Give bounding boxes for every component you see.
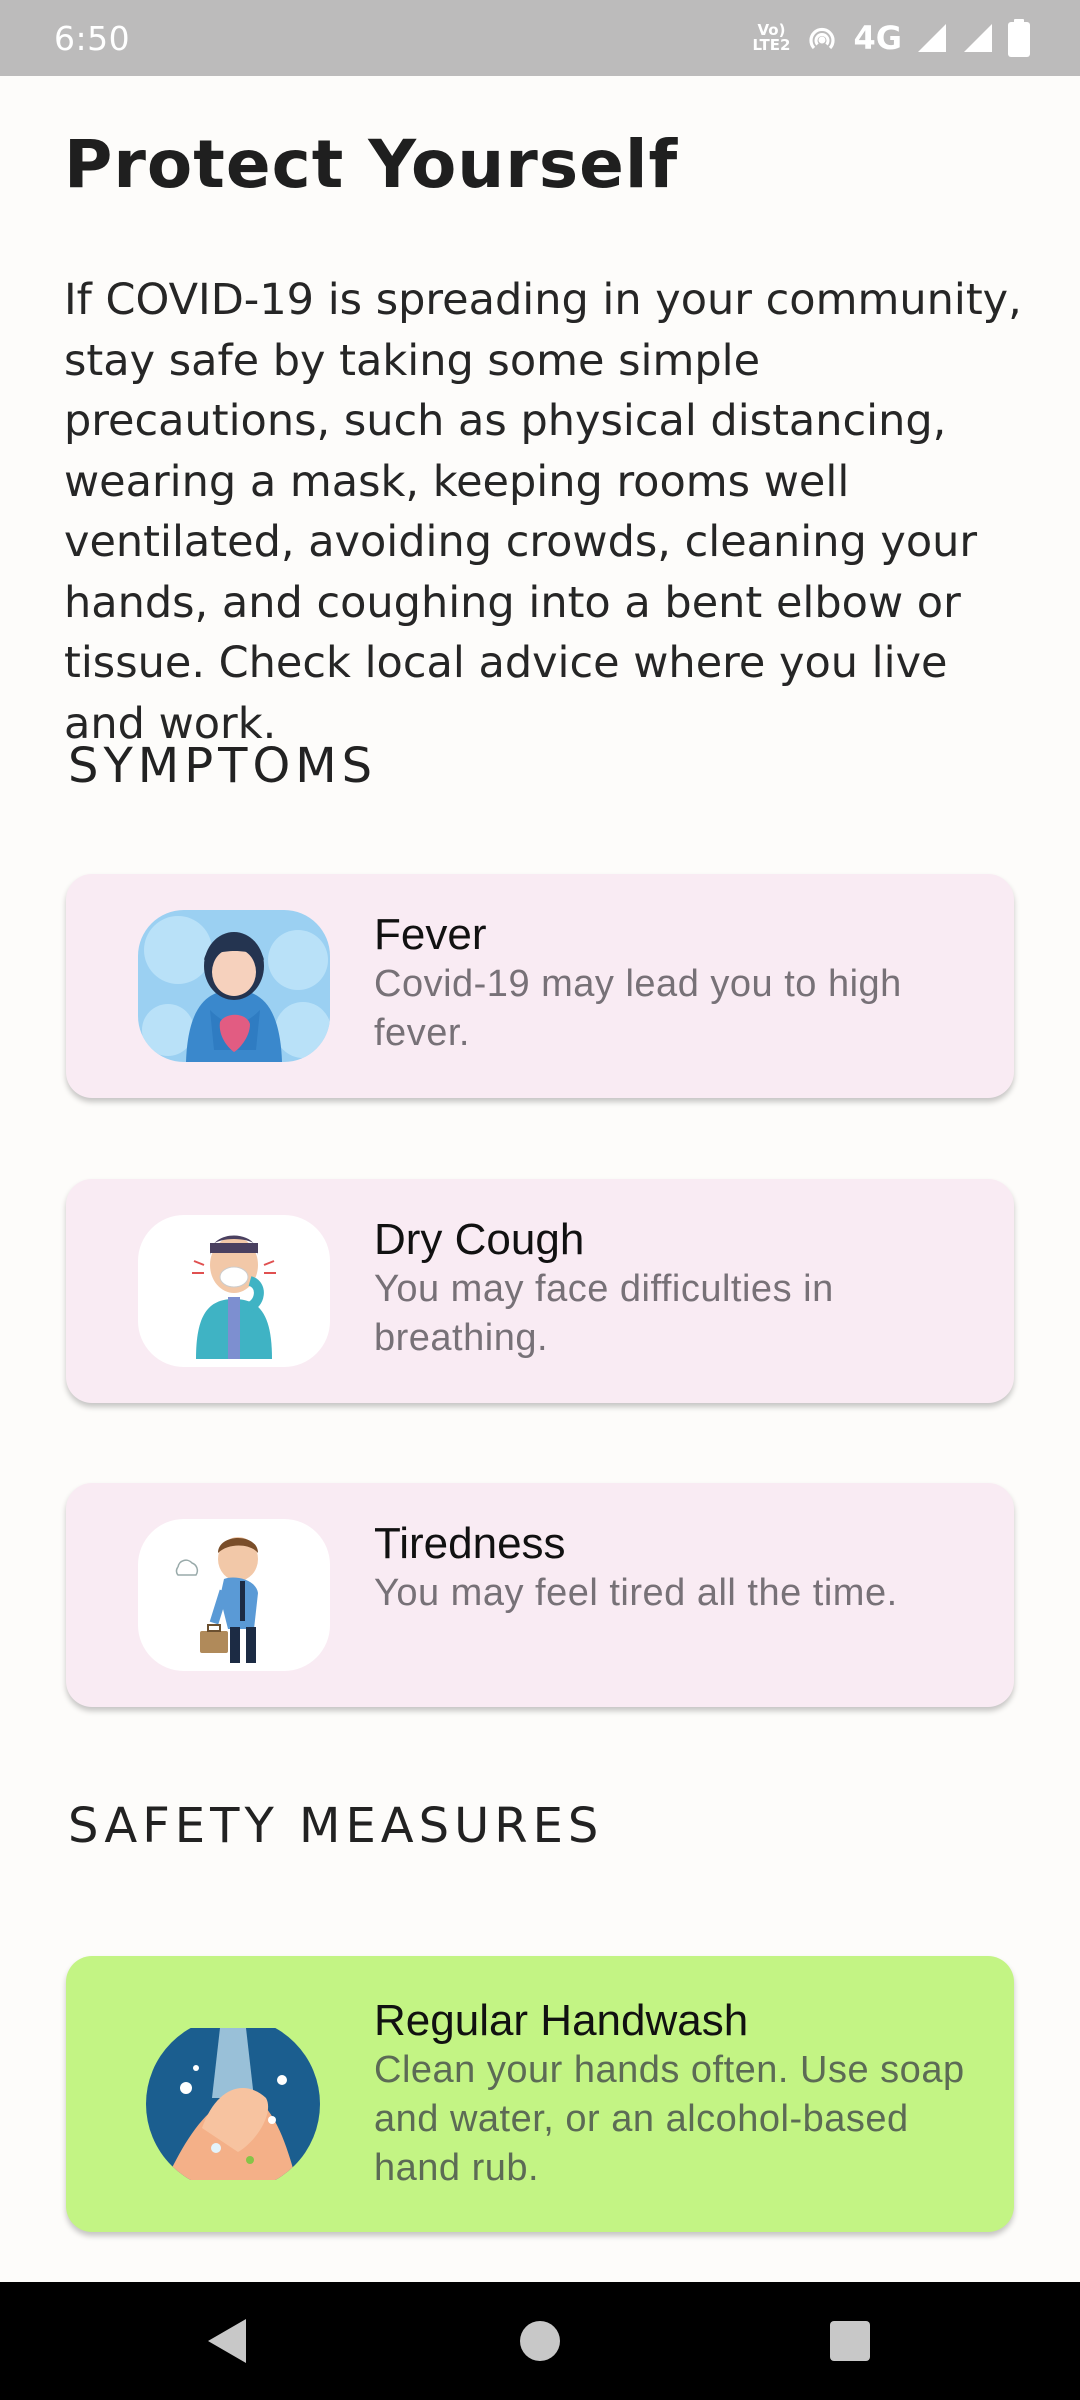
symptom-card-fever[interactable]: Fever Covid-19 may lead you to high feve… (66, 874, 1014, 1098)
content-scroll[interactable]: Protect Yourself If COVID-19 is spreadin… (0, 76, 1080, 2282)
home-icon[interactable] (470, 2282, 610, 2400)
back-icon[interactable] (156, 2282, 296, 2400)
signal-icon (916, 22, 948, 54)
symptoms-header: SYMPTOMS (68, 738, 378, 794)
card-description: You may face difficulties in breathing. (374, 1268, 834, 1359)
card-description: You may feel tired all the time. (374, 1572, 898, 1614)
status-time: 6:50 (54, 18, 131, 58)
recents-icon[interactable] (780, 2282, 920, 2400)
signal-icon (962, 22, 994, 54)
screen: 6:50 Vo) LTE2 4G Protect Yourself If COV… (0, 0, 1080, 2400)
safety-measures-header: SAFETY MEASURES (68, 1798, 604, 1854)
card-title: Dry Cough (374, 1215, 585, 1264)
tiredness-illustration (138, 1519, 330, 1671)
status-bar: 6:50 Vo) LTE2 4G (0, 0, 1080, 76)
status-icons: Vo) LTE2 4G (751, 19, 1030, 57)
intro-text: If COVID-19 is spreading in your communi… (64, 275, 1022, 749)
fever-illustration (138, 910, 330, 1062)
battery-icon (1008, 19, 1030, 57)
safety-card-handwash[interactable]: Regular Handwash Clean your hands often.… (66, 1956, 1014, 2232)
page-title: Protect Yourself (64, 126, 679, 203)
card-title: Tiredness (374, 1519, 566, 1568)
symptom-card-tiredness[interactable]: Tiredness You may feel tired all the tim… (66, 1483, 1014, 1707)
navigation-bar (0, 2282, 1080, 2400)
cough-illustration (138, 1215, 330, 1367)
card-description: Covid-19 may lead you to high fever. (374, 963, 902, 1054)
card-title: Regular Handwash (374, 1996, 749, 2045)
handwash-illustration (146, 2028, 320, 2180)
network-type: 4G (853, 19, 902, 57)
card-description: Clean your hands often. Use soap and wat… (374, 2049, 965, 2189)
volte-icon: Vo) LTE2 (752, 21, 791, 54)
hotspot-icon (805, 21, 839, 55)
card-title: Fever (374, 910, 487, 959)
symptom-card-dry-cough[interactable]: Dry Cough You may face difficulties in b… (66, 1179, 1014, 1403)
